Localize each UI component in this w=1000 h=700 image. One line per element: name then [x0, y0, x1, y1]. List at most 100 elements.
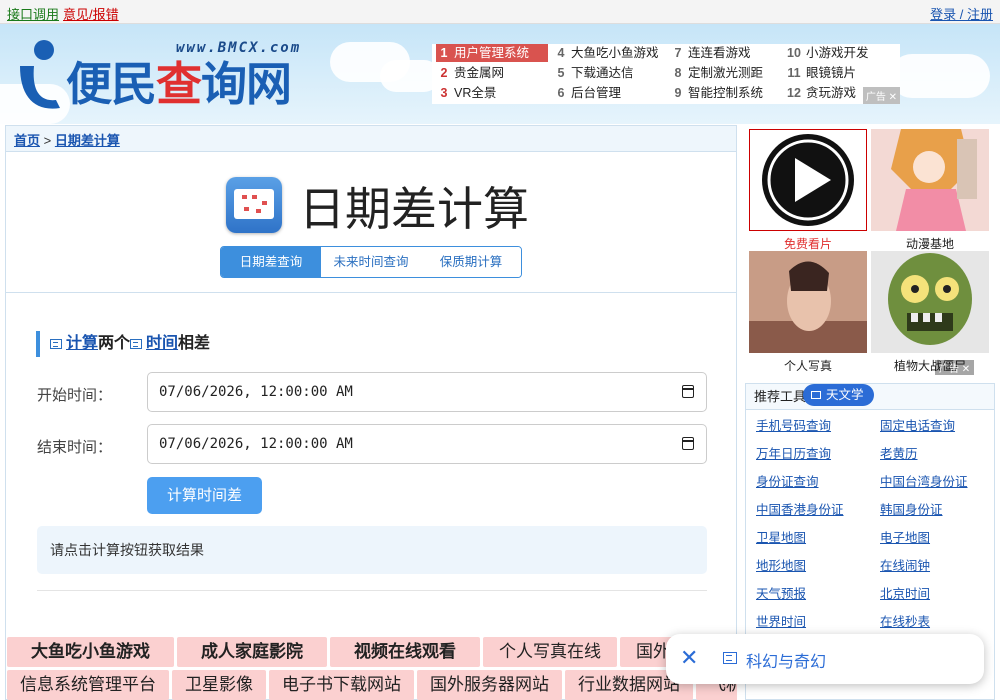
cloud-decoration: [380, 60, 440, 92]
calculate-button[interactable]: 计算时间差: [147, 477, 262, 514]
logo-text-part: 便民: [66, 58, 157, 110]
report-link[interactable]: 意见/报错: [63, 7, 119, 22]
book-icon: [50, 339, 62, 349]
popup-text[interactable]: 科幻与奇幻: [746, 648, 826, 672]
ad-thumb-free-movies[interactable]: 免费看片: [748, 128, 868, 251]
ad-link[interactable]: 10 小游戏开发: [784, 44, 896, 62]
section-heading: 计算两个 时间相差: [36, 331, 210, 357]
breadcrumb: 首页 > 日期差计算: [6, 126, 736, 152]
tool-link[interactable]: 万年日历查询: [756, 443, 831, 462]
tag-row: 信息系统管理平台 卫星影像 电子书下载网站 国外服务器网站 行业数据网站 飞机: [7, 670, 737, 700]
ad-link[interactable]: 2 贵金属网: [436, 64, 548, 82]
api-link[interactable]: 接口调用: [7, 7, 59, 22]
tool-link[interactable]: 在线秒表: [880, 611, 930, 630]
ad-link[interactable]: 9 智能控制系统: [670, 84, 782, 102]
book-icon: [130, 339, 143, 349]
tag-link[interactable]: 国外服务器网站: [417, 670, 562, 700]
ad-link[interactable]: 5 下载通达信: [553, 64, 665, 82]
tool-link[interactable]: 手机号码查询: [756, 415, 831, 434]
breadcrumb-separator: >: [43, 133, 52, 148]
tool-link[interactable]: 固定电话查询: [880, 415, 955, 434]
tool-link[interactable]: 天气预报: [756, 583, 806, 602]
tool-link[interactable]: 北京时间: [880, 583, 930, 602]
tool-link[interactable]: 世界时间: [756, 611, 806, 630]
title-area: 日期差计算 日期差查询 未来时间查询 保质期计算: [6, 153, 736, 293]
tools-title: 推荐工具: [754, 389, 807, 404]
ad-thumb-label: 免费看片: [783, 237, 832, 251]
calendar-picker-icon[interactable]: [682, 385, 694, 398]
close-icon[interactable]: ✕: [680, 645, 698, 671]
tag-link[interactable]: 电子书下载网站: [269, 670, 414, 700]
tag-link[interactable]: 大鱼吃小鱼游戏: [7, 637, 174, 667]
top-bar-right: 登录 / 注册: [930, 4, 993, 23]
right-sidebar: 免费看片 动漫基地 个人写真 植物大战僵尸 广告 ✕ 推荐工具 天文学 手机号码…: [745, 125, 995, 700]
zombie-image: [871, 251, 989, 353]
ad-link[interactable]: 11 眼镜镜片: [784, 64, 896, 82]
site-logo[interactable]: www.BMCX.com 便民查询网: [14, 34, 314, 118]
logo-text: 便民查询网: [66, 48, 292, 114]
tool-link[interactable]: 身份证查询: [756, 471, 819, 490]
tool-tabs: 日期差查询 未来时间查询 保质期计算: [220, 246, 522, 278]
result-box: 请点击计算按钮获取结果: [37, 526, 707, 574]
ad-thumb-label: 个人写真: [783, 359, 832, 373]
main-content: 首页 > 日期差计算 日期差计算 日期差查询 未来时间查询 保质期计算 计算两个…: [5, 125, 737, 700]
header-ad-links: 1 用户管理系统 2 贵金属网 3 VR全景 4 大鱼吃小鱼游戏 5 下载通达信 6 后台管…: [432, 44, 900, 104]
section-link-time[interactable]: 时间: [146, 335, 178, 352]
ad-link[interactable]: 4 大鱼吃小鱼游戏: [553, 44, 665, 62]
ad-thumb-portrait[interactable]: 个人写真: [749, 251, 867, 373]
ad-thumb-anime[interactable]: 动漫基地: [871, 129, 989, 251]
ad-link[interactable]: 8 定制激光测距: [670, 64, 782, 82]
book-icon: [811, 391, 821, 399]
logo-person-icon: [20, 40, 60, 109]
tool-link[interactable]: 电子地图: [880, 527, 930, 546]
end-time-label: 结束时间：: [37, 439, 113, 456]
section-text: 两个: [98, 335, 131, 352]
section-link-calc[interactable]: 计算: [66, 335, 98, 352]
ad-close-tag[interactable]: 广告 ✕: [862, 87, 900, 104]
start-time-value: 07/06/2026, 12:00:00 AM: [159, 384, 353, 400]
calendar-picker-icon[interactable]: [682, 437, 694, 450]
ad-thumb-label: 动漫基地: [905, 237, 954, 251]
tool-link[interactable]: 中国台湾身份证: [880, 471, 968, 490]
tool-link[interactable]: 老黄历: [880, 443, 918, 462]
tool-link[interactable]: 卫星地图: [756, 527, 806, 546]
ad-link[interactable]: 3 VR全景: [436, 84, 548, 102]
tool-link[interactable]: 在线闹钟: [880, 555, 930, 574]
top-bar: 接口调用 意见/报错 登录 / 注册: [0, 0, 1000, 24]
tag-row: 大鱼吃小鱼游戏成人家庭影院视频在线观看个人写真在线国外代理服务器: [7, 637, 737, 667]
ad-link[interactable]: 7 连连看游戏: [670, 44, 782, 62]
ad-link[interactable]: 1 用户管理系统: [436, 44, 548, 62]
calendar-icon: [226, 177, 282, 233]
tag-link[interactable]: 成人家庭影院: [177, 637, 327, 667]
tag-link[interactable]: 卫星影像: [172, 670, 266, 700]
logo-text-part: 询网: [201, 58, 292, 110]
ad-close-tag[interactable]: 广告 ✕: [935, 360, 975, 375]
tab-future-time[interactable]: 未来时间查询: [321, 247, 421, 277]
anime-girl-image: [871, 129, 989, 231]
logo-text-part: 查: [156, 58, 202, 110]
tab-date-diff[interactable]: 日期差查询: [221, 247, 321, 277]
site-header: www.BMCX.com 便民查询网 1 用户管理系统 2 贵金属网 3 VR全景 4…: [0, 24, 1000, 124]
login-register-link[interactable]: 登录 / 注册: [930, 7, 993, 22]
tag-link[interactable]: 视频在线观看: [330, 637, 480, 667]
astronomy-pill[interactable]: 天文学: [803, 384, 874, 406]
tool-link[interactable]: 地形地图: [756, 555, 806, 574]
play-icon: [748, 128, 868, 232]
floating-suggestion-popup[interactable]: ✕ 科幻与奇幻: [666, 634, 984, 684]
section-text: 相差: [178, 335, 211, 352]
end-time-value: 07/06/2026, 12:00:00 AM: [159, 436, 353, 452]
ad-thumb-pvz[interactable]: 植物大战僵尸: [871, 251, 989, 373]
end-time-input[interactable]: 07/06/2026, 12:00:00 AM: [147, 424, 707, 464]
book-icon: [723, 652, 737, 664]
start-time-input[interactable]: 07/06/2026, 12:00:00 AM: [147, 372, 707, 412]
tool-link[interactable]: 中国香港身份证: [756, 499, 844, 518]
breadcrumb-home[interactable]: 首页: [14, 133, 40, 148]
tag-links: 大鱼吃小鱼游戏成人家庭影院视频在线观看个人写真在线国外代理服务器 信息系统管理平…: [7, 637, 737, 700]
divider: [37, 590, 707, 591]
tag-link[interactable]: 信息系统管理平台: [7, 670, 169, 700]
ad-link[interactable]: 6 后台管理: [553, 84, 665, 102]
tool-link[interactable]: 韩国身份证: [880, 499, 943, 518]
tab-shelf-life[interactable]: 保质期计算: [421, 247, 521, 277]
tag-link[interactable]: 个人写真在线: [483, 637, 617, 667]
breadcrumb-current[interactable]: 日期差计算: [55, 133, 120, 148]
